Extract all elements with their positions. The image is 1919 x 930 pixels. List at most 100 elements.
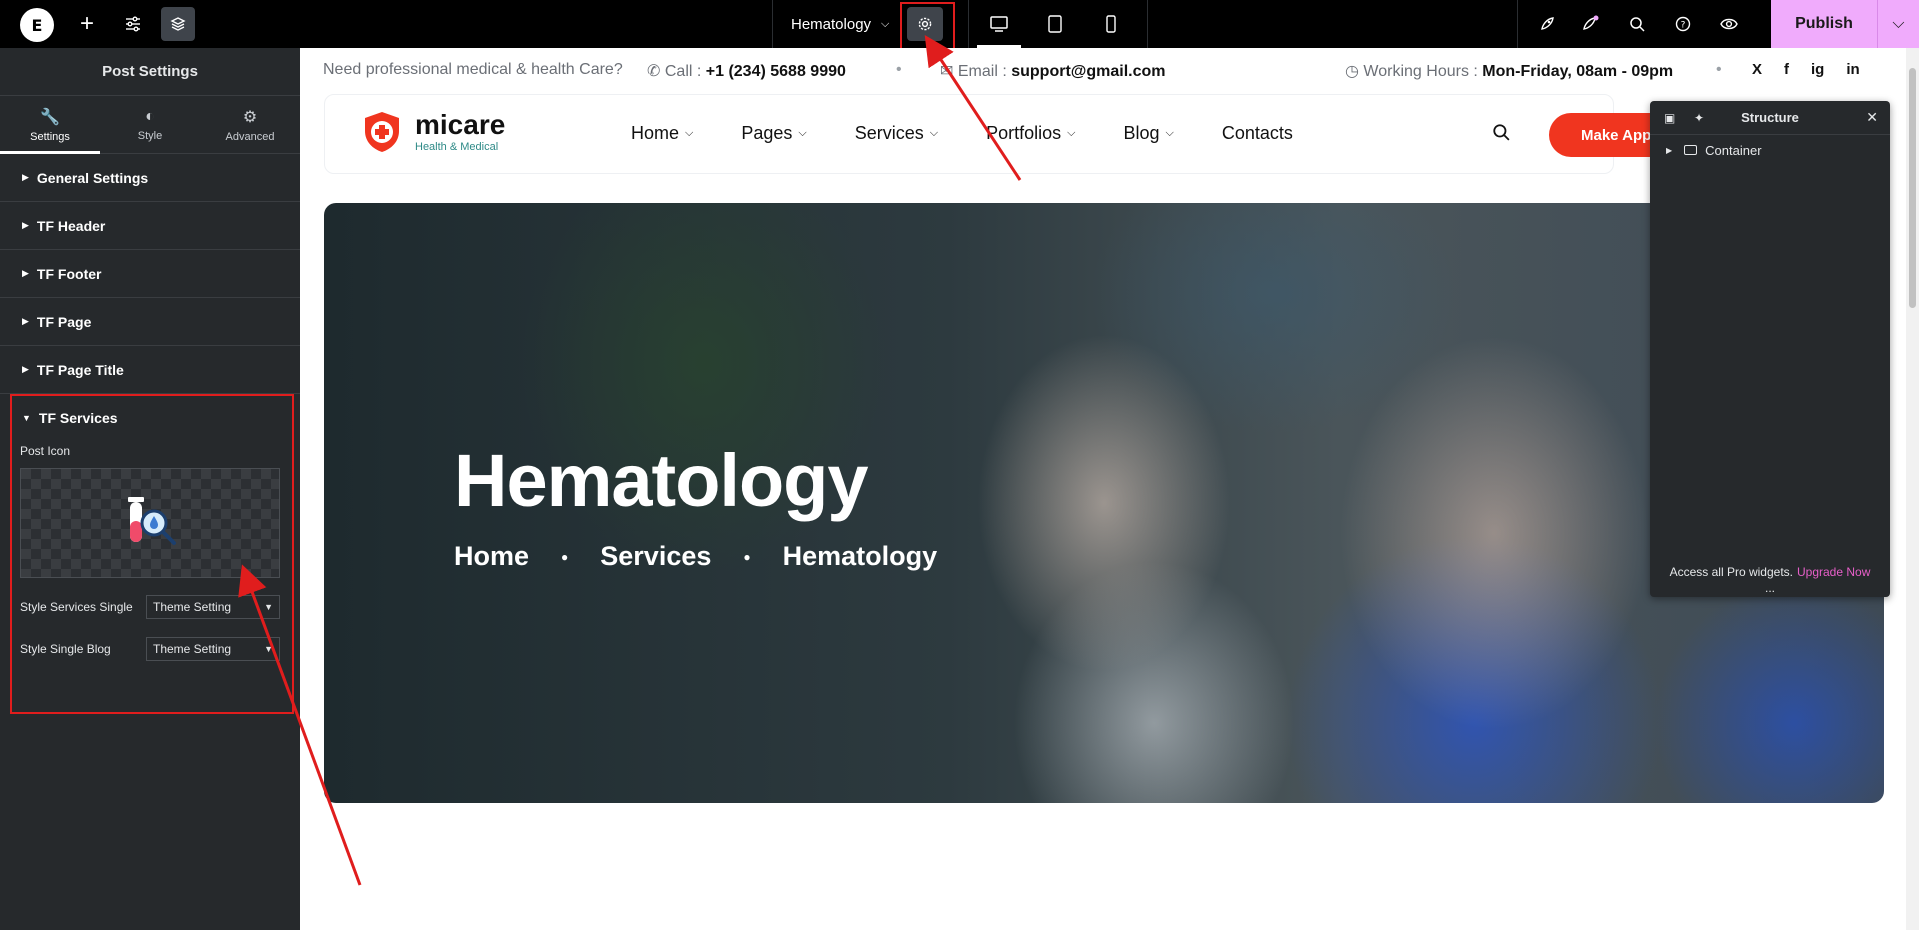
canvas-scrollbar[interactable] [1906,48,1919,930]
svg-text:?: ? [1681,21,1686,31]
breadcrumb-home[interactable]: Home [454,541,529,572]
chevron-down-icon: ⌵ [1067,127,1076,139]
structure-panel: ▣ ✦ Structure ✕ ▶ Container Access all P… [1650,101,1890,597]
style-single-blog-select[interactable]: Theme Setting ▼ [146,637,280,661]
editor-tools: ? [1517,0,1771,48]
add-element-button[interactable]: + [72,0,102,48]
tab-advanced[interactable]: ⚙ Advanced [200,96,300,153]
section-tf-page[interactable]: ▶ TF Page [0,298,300,346]
publish-button[interactable]: Publish [1771,0,1877,48]
preview-button[interactable] [1714,0,1744,48]
facebook-icon[interactable]: f [1784,61,1789,78]
nav-portfolios[interactable]: Portfolios ⌵ [986,123,1075,144]
chevron-down-icon: ⌵ [1892,15,1905,32]
nav-home[interactable]: Home ⌵ [631,123,693,144]
rocket-button[interactable] [1532,0,1562,48]
search-icon [1493,124,1510,141]
structure-button[interactable] [161,7,195,41]
section-label: TF Header [36,217,106,234]
site-settings-button[interactable] [118,0,148,48]
publish-options-button[interactable]: ⌵ [1877,0,1919,48]
collapse-all-icon[interactable]: ▣ [1664,111,1675,125]
resize-handle[interactable]: ... [1650,581,1890,595]
scrollbar-thumb[interactable] [1909,68,1916,308]
half-circle-icon: ◐ [145,107,155,125]
nav-label: Pages [741,123,793,143]
caret-down-icon: ▼ [22,413,31,423]
section-tf-header[interactable]: ▶ TF Header [0,202,300,250]
nav-label: Home [631,123,680,143]
style-services-single-control: Style Services Single Theme Setting ▼ [0,594,300,620]
brand-name: micare [415,109,506,140]
caret-right-icon: ▶ [1666,145,1673,155]
site-top-info-bar: Need professional medical & health Care?… [300,48,1919,92]
caret-down-icon: ▼ [264,602,273,612]
mobile-icon [1106,15,1116,33]
nav-contacts[interactable]: Contacts [1222,123,1293,144]
call-value: +1 (234) 5688 9990 [705,63,846,80]
social-links: X f ig in [1752,61,1860,78]
select-value: Theme Setting [153,600,232,614]
instagram-icon[interactable]: ig [1811,61,1824,78]
caret-right-icon: ▶ [22,172,29,182]
top-info-call: ✆ Call : +1 (234) 5688 9990 [647,61,846,81]
tablet-view-button[interactable] [1033,0,1077,48]
section-tf-footer[interactable]: ▶ TF Footer [0,250,300,298]
nav-pages[interactable]: Pages ⌵ [741,123,806,144]
select-value: Theme Setting [153,642,232,656]
desktop-icon [990,16,1008,32]
breadcrumb-services[interactable]: Services [600,541,711,572]
nav-blog[interactable]: Blog ⌵ [1124,123,1174,144]
ai-sparkle-icon[interactable]: ✦ [1694,111,1704,125]
nav-label: Blog [1123,123,1160,143]
upgrade-now-link[interactable]: Upgrade Now [1797,565,1870,579]
breadcrumb-current: Hematology [782,541,938,571]
tab-label: Settings [30,130,70,143]
call-label: Call : [664,63,702,80]
style-single-blog-control: Style Single Blog Theme Setting ▼ [0,636,300,662]
section-tf-page-title[interactable]: ▶ TF Page Title [0,346,300,394]
help-button[interactable]: ? [1668,0,1698,48]
tab-style[interactable]: ◐ Style [100,96,200,153]
x-icon[interactable]: X [1752,61,1762,78]
nav-services[interactable]: Services ⌵ [855,123,938,144]
email-label: Email : [957,63,1007,80]
section-general-settings[interactable]: ▶ General Settings [0,154,300,202]
site-logo[interactable]: micare Health & Medical [363,111,505,153]
style-services-single-select[interactable]: Theme Setting ▼ [146,595,280,619]
separator-dot: • [896,61,902,78]
linkedin-icon[interactable]: in [1846,61,1859,78]
site-search-button[interactable] [1492,123,1510,146]
sliders-icon [126,16,140,32]
document-title-dropdown[interactable]: Hematology ⌵ [772,0,898,48]
section-label: TF Page [36,313,92,330]
search-button[interactable] [1622,0,1652,48]
chevron-down-icon: ⌵ [929,127,939,139]
structure-item-container[interactable]: ▶ Container [1650,135,1890,165]
tab-settings[interactable]: 🔧 Settings [0,96,100,154]
desktop-view-button[interactable] [977,0,1021,48]
chevron-down-icon: ⌵ [685,127,694,139]
style-single-blog-label: Style Single Blog [20,642,111,656]
caret-right-icon: ▶ [22,268,29,278]
structure-title: Structure [1741,110,1799,125]
responsive-mode-switcher [968,0,1148,48]
chevron-down-icon: ⌵ [798,127,807,139]
notification-icon [1583,15,1599,30]
rocket-icon [1541,17,1554,30]
medical-shield-icon [365,112,399,152]
pro-notice-text: Access all Pro widgets. [1669,565,1793,579]
mobile-view-button[interactable] [1089,0,1133,48]
breadcrumb-separator: ● [561,549,569,564]
elementor-logo-button[interactable]: E [20,8,54,42]
clock-icon: ◷ [1345,63,1359,80]
nav-label: Services [854,123,924,143]
panel-tabs: 🔧 Settings ◐ Style ⚙ Advanced [0,96,300,154]
section-tf-services-header[interactable]: ▼ TF Services [0,394,300,442]
hours-label: Working Hours : [1363,63,1478,80]
post-icon-media-picker[interactable] [20,468,280,578]
close-icon[interactable]: ✕ [1866,109,1878,126]
separator-dot: • [1716,61,1722,78]
notifications-button[interactable] [1575,0,1605,48]
breadcrumb-separator: ● [743,549,751,564]
